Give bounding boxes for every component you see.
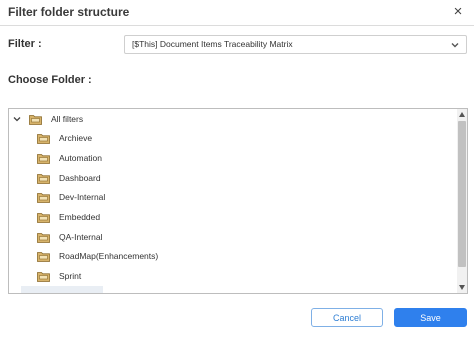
tree-item-label: Automation (59, 153, 102, 163)
scroll-up-icon[interactable] (459, 112, 465, 117)
tree-root-all-filters[interactable]: All filters (13, 111, 83, 127)
folder-icon (37, 232, 50, 243)
scroll-down-icon[interactable] (459, 285, 465, 290)
tree-item-archieve[interactable]: Archieve (37, 130, 92, 146)
folder-icon (37, 153, 50, 164)
tree-item-label: Dev-Internal (59, 192, 106, 202)
choose-folder-label: Choose Folder : (8, 74, 92, 86)
tree-item-label: Dashboard (59, 173, 101, 183)
scrollbar-thumb[interactable] (458, 121, 466, 267)
tree-item-label: Archieve (59, 133, 93, 143)
tree-item-dev-internal[interactable]: Dev-Internal (37, 189, 105, 205)
tree-item-automation[interactable]: Automation (37, 150, 102, 166)
folder-icon (29, 114, 42, 125)
save-button[interactable]: Save (394, 308, 467, 327)
tree-item-embedded[interactable]: Embedded (37, 209, 100, 225)
folder-tree: All filters Archieve Automation Dashboar… (8, 108, 468, 294)
close-icon[interactable]: × (450, 3, 466, 21)
filter-label: Filter : (8, 38, 42, 50)
tree-item-partial[interactable] (21, 286, 103, 293)
tree-item-dashboard[interactable]: Dashboard (37, 170, 101, 186)
tree-item-label: RoadMap(Enhancements) (59, 251, 159, 261)
chevron-down-icon[interactable] (13, 115, 21, 123)
tree-item-sprint[interactable]: Sprint (37, 268, 81, 284)
chevron-down-icon (451, 43, 459, 48)
tree-item-label: Embedded (59, 212, 101, 222)
tree-scrollbar[interactable] (457, 109, 467, 293)
tree-item-label: QA-Internal (59, 232, 103, 242)
tree-item-label: All filters (51, 114, 84, 124)
dialog-header: Filter folder structure × (0, 0, 474, 26)
tree-item-roadmap[interactable]: RoadMap(Enhancements) (37, 248, 158, 264)
filter-select[interactable]: [$This] Document Items Traceability Matr… (124, 35, 467, 54)
folder-icon (37, 192, 50, 203)
tree-item-qa-internal[interactable]: QA-Internal (37, 229, 102, 245)
filter-folder-dialog: Filter folder structure × Filter : [$Thi… (0, 0, 474, 338)
folder-icon (37, 271, 50, 282)
folder-icon (37, 251, 50, 262)
folder-icon (37, 173, 50, 184)
cancel-button[interactable]: Cancel (311, 308, 383, 327)
folder-icon (37, 212, 50, 223)
folder-icon (37, 133, 50, 144)
tree-item-label: Sprint (59, 271, 82, 281)
filter-selected-value: [$This] Document Items Traceability Matr… (132, 39, 293, 49)
dialog-title: Filter folder structure (8, 5, 130, 19)
